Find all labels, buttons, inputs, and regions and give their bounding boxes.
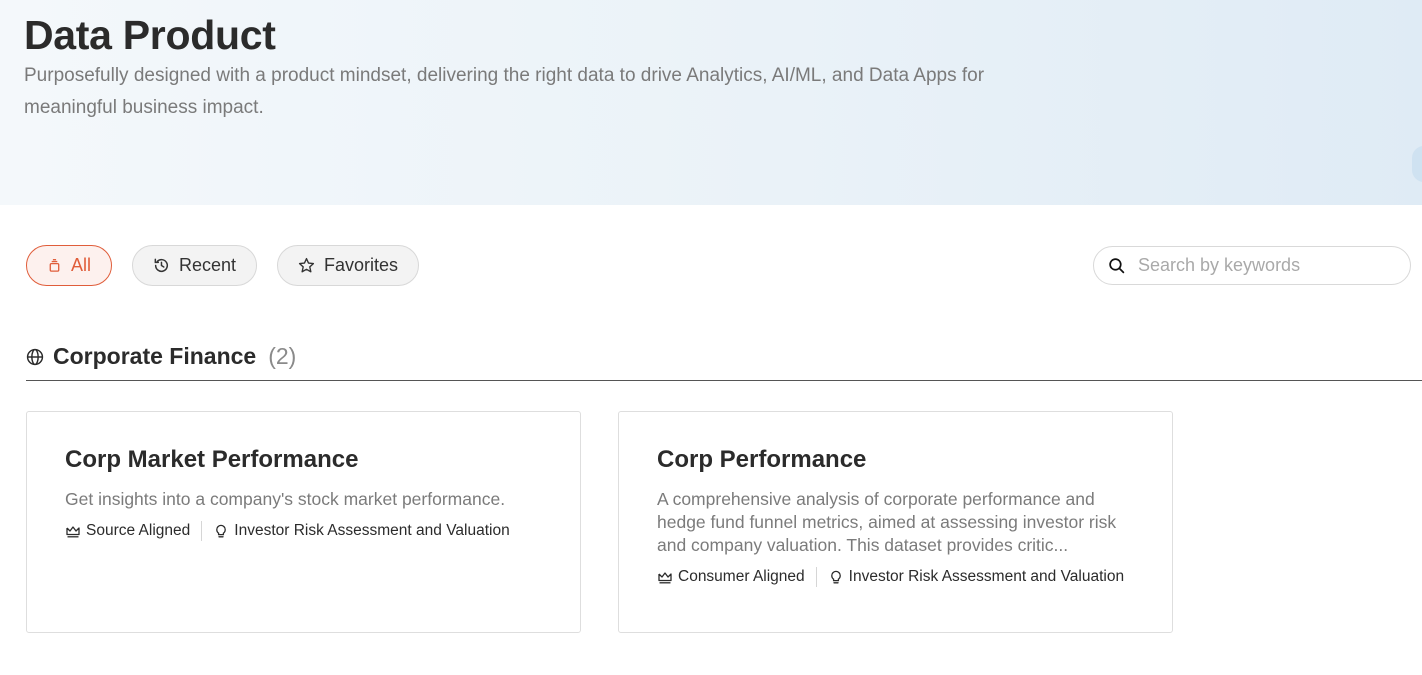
card-use-case: Investor Risk Assessment and Valuation	[234, 522, 510, 539]
filter-recent-label: Recent	[178, 255, 236, 275]
filter-favorites-button[interactable]: Favorites	[277, 245, 419, 286]
meta-divider	[201, 521, 203, 541]
filter-all-label: All	[70, 255, 91, 275]
card-meta: Source Aligned Investor Risk Assessment …	[65, 521, 542, 541]
card-title: Corp Market Performance	[65, 446, 359, 473]
search-box	[1093, 246, 1411, 285]
star-icon	[298, 257, 315, 273]
card-meta: Consumer Aligned Investor Risk Assessmen…	[657, 567, 1134, 587]
history-icon	[154, 258, 169, 272]
card-use-case: Investor Risk Assessment and Valuation	[848, 568, 1125, 585]
card-title: Corp Performance	[657, 446, 867, 473]
page-title: Data Product	[24, 12, 276, 58]
crown-icon	[658, 572, 672, 584]
page-header: Data Product Purposefully designed with …	[0, 0, 1422, 205]
filter-favorites-label: Favorites	[323, 255, 398, 275]
section-header: Corporate Finance (2)	[26, 343, 296, 370]
stack-icon	[49, 259, 60, 272]
globe-icon	[26, 348, 44, 365]
card-description: A comprehensive analysis of corporate pe…	[657, 489, 1117, 555]
filter-recent-button[interactable]: Recent	[132, 245, 257, 286]
page-subtitle: Purposefully designed with a product min…	[24, 65, 985, 118]
lightbulb-icon	[216, 524, 227, 538]
data-product-card[interactable]: Corp Market Performance Get insights int…	[26, 411, 581, 633]
filter-all-button[interactable]: All	[26, 245, 112, 286]
search-icon	[1109, 258, 1125, 274]
section-divider	[26, 380, 1422, 381]
meta-divider	[815, 567, 817, 587]
section-title: Corporate Finance	[53, 343, 257, 369]
card-alignment: Consumer Aligned	[678, 568, 805, 585]
card-alignment: Source Aligned	[86, 522, 191, 539]
card-description: Get insights into a company's stock mark…	[65, 489, 506, 509]
section-count: (2)	[268, 343, 297, 369]
data-product-card[interactable]: Corp Performance A comprehensive analysi…	[618, 411, 1173, 633]
header-decoration	[1412, 146, 1422, 182]
lightbulb-icon	[830, 570, 841, 584]
crown-icon	[66, 526, 80, 538]
search-input[interactable]	[1138, 255, 1388, 276]
